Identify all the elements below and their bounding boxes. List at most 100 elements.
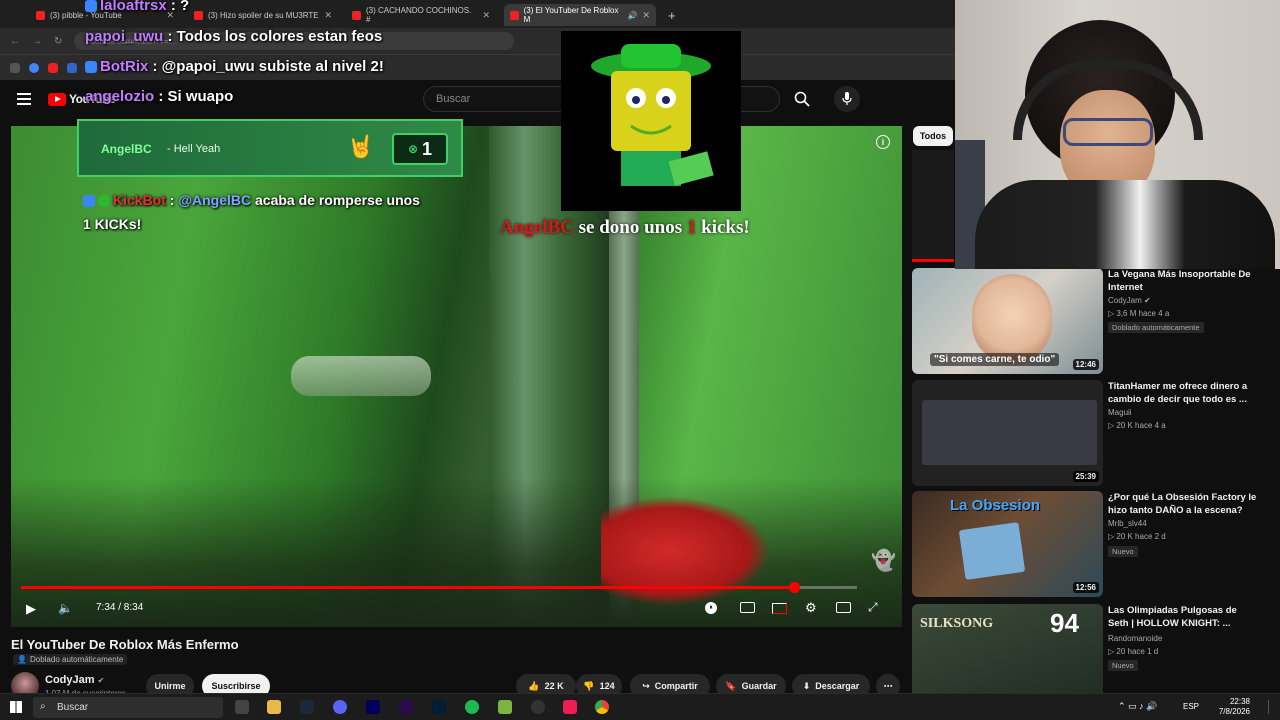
chat-line: BotRix : @papoi_uwu subiste al nivel 2! <box>85 58 384 75</box>
kick-coin-icon: ⊗ <box>407 142 419 156</box>
webcam-shirt <box>975 180 1275 269</box>
chat-line: papoi_uwu : Todos los colores estan feos <box>85 28 383 45</box>
related-video[interactable]: "Si comes carne, te odio" 12:46 La Vegan… <box>912 268 1280 378</box>
search-button[interactable] <box>780 86 824 112</box>
video-thumbnail[interactable]: SILKSONG 94 <box>912 604 1103 693</box>
related-video-title[interactable]: ¿Por qué La Obsesión Factory le hizo tan… <box>1108 491 1258 517</box>
theater-mode-icon[interactable] <box>836 602 851 613</box>
autoplay-toggle[interactable]: ⏸ <box>705 602 717 614</box>
channel-name[interactable]: CodyJam ✔ <box>45 674 104 686</box>
tiktok-icon[interactable] <box>563 700 577 714</box>
dub-icon: 👤 <box>17 655 27 664</box>
chat-line: angelozio : Si wuapo <box>85 88 234 105</box>
donation-alert-text: AngelBC se dono unos 1 kicks! <box>500 217 750 238</box>
bookmark-icon[interactable] <box>67 62 77 73</box>
spotify-icon[interactable] <box>465 700 479 714</box>
related-video-channel[interactable]: Randomanoide <box>1108 634 1162 643</box>
filter-chip-all[interactable]: Todos <box>913 126 953 146</box>
reload-icon[interactable]: ↻ <box>54 36 62 47</box>
tab-spoiler[interactable]: (3) Hizo spoiler de su MU3RTE ✕ <box>188 4 338 26</box>
subtitles-icon[interactable] <box>740 602 755 613</box>
video-thumbnail[interactable]: 25:39 <box>912 380 1103 486</box>
video-thumbnail[interactable]: La Obsesion 12:56 <box>912 491 1103 597</box>
related-video[interactable]: SILKSONG 94 Las Olimpiadas Pulgosas de S… <box>912 604 1272 693</box>
donation-alert-image <box>561 31 741 211</box>
obs-icon[interactable] <box>531 700 545 714</box>
video-duration: 12:46 <box>1072 359 1099 370</box>
miniplayer-icon[interactable] <box>772 603 787 614</box>
related-video-title[interactable]: La Vegana Más Insoportable De Internet <box>1108 268 1258 294</box>
forward-icon[interactable]: → <box>32 36 42 47</box>
video-title: El YouTuber De Roblox Más Enfermo <box>11 637 239 652</box>
kickbot-message-line2: 1 KICKs! <box>83 216 142 232</box>
thumbnail-face <box>972 274 1052 364</box>
new-tab-button[interactable]: + <box>662 4 682 26</box>
microphone-icon <box>842 92 852 105</box>
download-icon: ⬇ <box>802 680 811 691</box>
related-video-channel[interactable]: Mrlb_slv44 <box>1108 519 1147 528</box>
progress-bar[interactable] <box>21 582 857 593</box>
windows-start-icon[interactable] <box>10 701 22 713</box>
chrome-icon[interactable] <box>595 700 609 714</box>
google-bookmark-icon[interactable] <box>29 62 39 73</box>
input-language[interactable]: ESP <box>1183 702 1199 711</box>
related-video-channel[interactable]: Maguii <box>1108 408 1132 417</box>
search-icon: ⌕ <box>40 701 46 712</box>
chat-line: laloaftrsx : ? <box>85 0 189 14</box>
youtube-bookmark-icon[interactable] <box>48 62 58 73</box>
settings-gear-icon[interactable]: ⚙ <box>805 600 817 616</box>
menu-icon[interactable] <box>17 93 31 95</box>
chat-badge-icon <box>85 61 97 74</box>
minecraft-icon[interactable] <box>498 700 512 714</box>
sidebar-thumb-partial[interactable] <box>912 150 954 262</box>
thumbnail-number: 94 <box>1050 608 1079 638</box>
fullscreen-icon[interactable]: ⤢ <box>868 600 878 615</box>
verified-icon: ✔ <box>1144 296 1151 305</box>
related-video-channel[interactable]: CodyJam ✔ <box>1108 296 1151 305</box>
thumbnail-caption: SILKSONG <box>920 616 994 631</box>
new-badge: Nuevo <box>1108 546 1138 557</box>
video-thumbnail[interactable]: "Si comes carne, te odio" 12:46 <box>912 268 1103 374</box>
task-view-icon[interactable] <box>235 700 249 714</box>
related-video[interactable]: 25:39 TitanHamer me ofrece dinero a camb… <box>912 380 1280 490</box>
tab-cachando[interactable]: (3) CACHANDO COCHINOS. # ✕ <box>346 4 496 26</box>
file-explorer-icon[interactable] <box>267 700 281 714</box>
kick-donation-panel: AngelBC - Hell Yeah 🤘 ⊗ 1 <box>77 119 463 177</box>
speaker-icon: 🔊 <box>627 10 638 20</box>
photoshop-icon[interactable] <box>432 700 446 714</box>
close-tab-icon[interactable]: ✕ <box>482 10 490 21</box>
premiere-icon[interactable] <box>399 700 413 714</box>
related-video-title[interactable]: Las Olimpiadas Pulgosas de Seth | HOLLOW… <box>1108 604 1258 630</box>
taskbar-search[interactable]: Buscar <box>33 697 223 718</box>
auto-dubbed-badge: 👤 Doblado automáticamente <box>13 654 128 665</box>
after-effects-icon[interactable] <box>366 700 380 714</box>
discord-icon[interactable] <box>333 700 347 714</box>
steam-icon[interactable] <box>300 700 314 714</box>
apps-grid-icon[interactable] <box>10 62 20 73</box>
related-video-meta: ▷ 20 K hace 2 d <box>1108 532 1166 541</box>
play-button[interactable]: ▶ <box>26 601 36 617</box>
new-badge: Nuevo <box>1108 660 1138 671</box>
tab-youtuber-roblox[interactable]: (3) El YouTuber De Roblox M 🔊 ✕ <box>504 4 656 26</box>
thumbnail-caption: "Si comes carne, te odio" <box>930 353 1060 366</box>
system-tray-icons[interactable]: ⌃ ▭ ♪ 🔊 <box>1118 701 1157 712</box>
ghost-icon: 👻 <box>871 550 896 572</box>
related-video-meta: ▷ 3,6 M hace 4 a <box>1108 309 1170 318</box>
related-video-meta: ▷ 20 hace 1 d <box>1108 647 1159 656</box>
kickbot-badge-icon <box>83 195 95 208</box>
back-icon[interactable]: ← <box>10 36 20 47</box>
info-icon[interactable]: i <box>876 135 890 149</box>
close-tab-icon[interactable]: ✕ <box>324 10 332 21</box>
video-duration: 12:56 <box>1072 582 1099 593</box>
voice-search-button[interactable] <box>834 86 860 112</box>
close-tab-icon[interactable]: ✕ <box>642 10 650 21</box>
volume-icon[interactable]: 🔈 <box>58 601 73 615</box>
thumbs-up-icon: 👍 <box>528 680 540 691</box>
related-video-meta: ▷ 20 K hace 4 a <box>1108 421 1166 430</box>
related-video-title[interactable]: TitanHamer me ofrece dinero a cambio de … <box>1108 380 1258 406</box>
taskbar-clock[interactable]: 22:38 7/8/2026 <box>1219 697 1250 717</box>
thumbnail-screenshot <box>922 400 1097 465</box>
related-video[interactable]: La Obsesion 12:56 ¿Por qué La Obsesión F… <box>912 491 1280 601</box>
show-desktop-button[interactable] <box>1268 700 1276 714</box>
thumbs-down-icon: 👎 <box>583 680 595 691</box>
